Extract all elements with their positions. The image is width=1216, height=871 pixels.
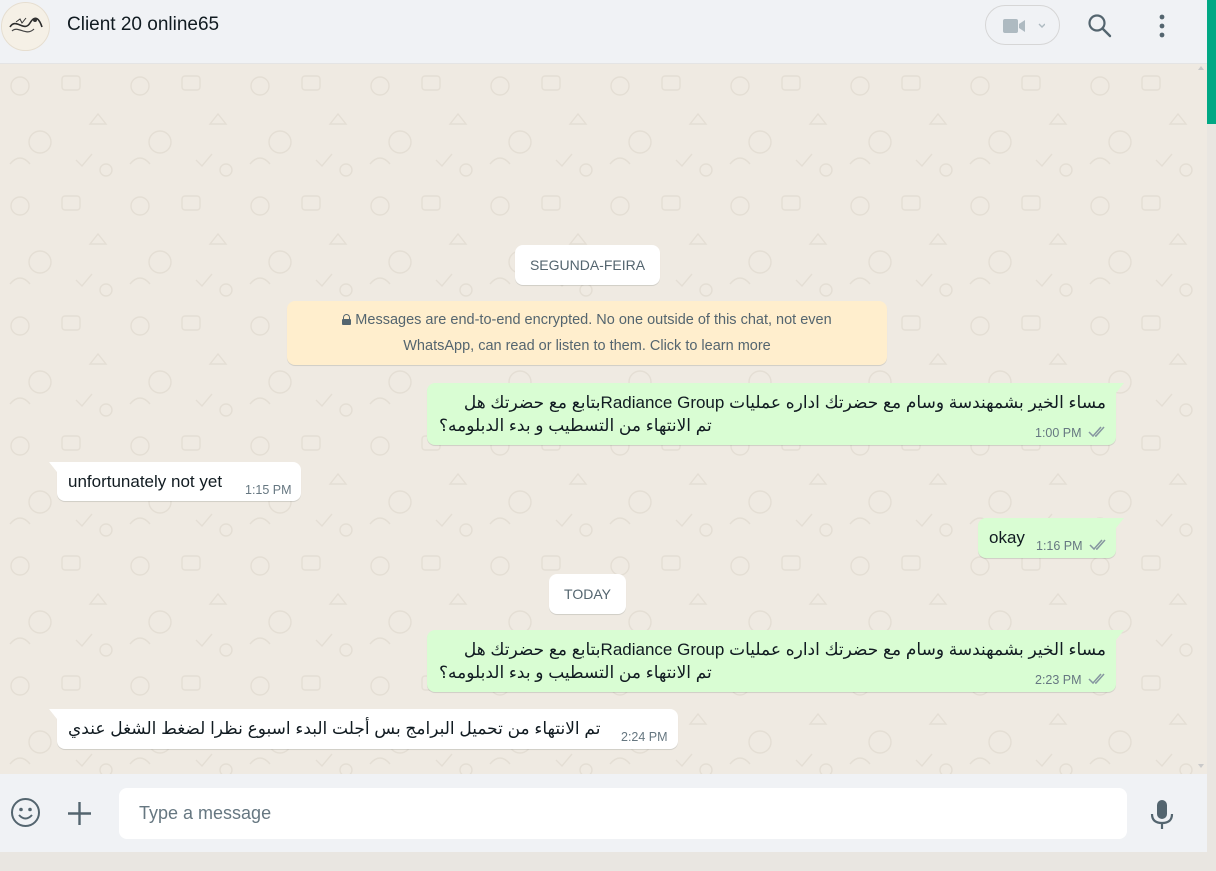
mic-icon <box>1150 800 1174 829</box>
emoji-button[interactable] <box>10 797 41 828</box>
read-ticks-icon <box>1089 539 1106 551</box>
video-call-icon <box>1003 19 1045 33</box>
message-text-line: تم الانتهاء من التسطيب و بدء الدبلومه؟ <box>439 663 712 682</box>
video-call-button[interactable] <box>985 5 1060 45</box>
chat-title[interactable]: Client 20 online65 <box>67 14 219 36</box>
menu-icon <box>1159 14 1165 38</box>
lock-icon <box>342 314 352 325</box>
encryption-notice-line1: Messages are end-to-end encrypted. No on… <box>287 307 887 333</box>
chat-header: Client 20 online65 <box>0 0 1207 64</box>
message-incoming[interactable]: تم الانتهاء من تحميل البرامج بس أجلت الب… <box>49 709 678 749</box>
contact-avatar[interactable] <box>1 2 50 51</box>
whatsapp-window: Client 20 online65 SEGUNDA-FEIRA Message… <box>0 0 1207 852</box>
search-button[interactable] <box>1087 13 1113 39</box>
message-incoming[interactable]: unfortunately not yet 1:15 PM <box>49 462 301 501</box>
date-chip-segunda: SEGUNDA-FEIRA <box>515 245 660 285</box>
window-edge-accent <box>1207 0 1216 124</box>
emoji-icon <box>11 798 40 827</box>
date-chip-today: TODAY <box>549 574 626 614</box>
message-text: تم الانتهاء من تحميل البرامج بس أجلت الب… <box>68 719 601 738</box>
message-time: 1:15 PM <box>245 483 292 497</box>
scroll-down-arrow-icon[interactable] <box>1198 764 1204 768</box>
message-input[interactable] <box>119 788 1127 839</box>
message-outgoing[interactable]: مساء الخير بشمهندسة وسام مع حضرتك اداره … <box>427 383 1124 445</box>
message-outgoing[interactable]: مساء الخير بشمهندسة وسام مع حضرتك اداره … <box>427 630 1124 692</box>
window-edge <box>1207 124 1216 871</box>
menu-button[interactable] <box>1152 12 1172 40</box>
message-time: 1:16 PM <box>1036 539 1083 553</box>
attach-button[interactable] <box>67 801 92 826</box>
plus-icon <box>68 802 91 825</box>
search-icon <box>1088 14 1112 38</box>
compose-bar <box>0 774 1207 852</box>
read-ticks-icon <box>1088 673 1105 685</box>
message-text: unfortunately not yet <box>68 472 223 491</box>
message-text: okay <box>989 528 1025 547</box>
encryption-notice-line2: WhatsApp, can read or listen to them. Cl… <box>403 338 771 354</box>
avatar-logo-icon <box>2 3 49 50</box>
encryption-notice[interactable]: Messages are end-to-end encrypted. No on… <box>287 301 887 365</box>
message-time: 2:23 PM <box>1035 673 1082 687</box>
message-outgoing[interactable]: okay 1:16 PM <box>978 518 1124 558</box>
voice-message-button[interactable] <box>1150 799 1174 831</box>
read-ticks-icon <box>1088 426 1105 438</box>
message-text-line: تم الانتهاء من التسطيب و بدء الدبلومه؟ <box>439 416 712 435</box>
scroll-up-arrow-icon[interactable] <box>1198 66 1204 70</box>
message-time: 1:00 PM <box>1035 426 1082 440</box>
chat-scrollbar[interactable] <box>1195 64 1207 774</box>
chevron-down-icon <box>1038 23 1045 28</box>
message-text-line: مساء الخير بشمهندسة وسام مع حضرتك اداره … <box>463 393 1106 412</box>
message-time: 2:24 PM <box>621 730 668 744</box>
message-text-line: مساء الخير بشمهندسة وسام مع حضرتك اداره … <box>463 640 1106 659</box>
